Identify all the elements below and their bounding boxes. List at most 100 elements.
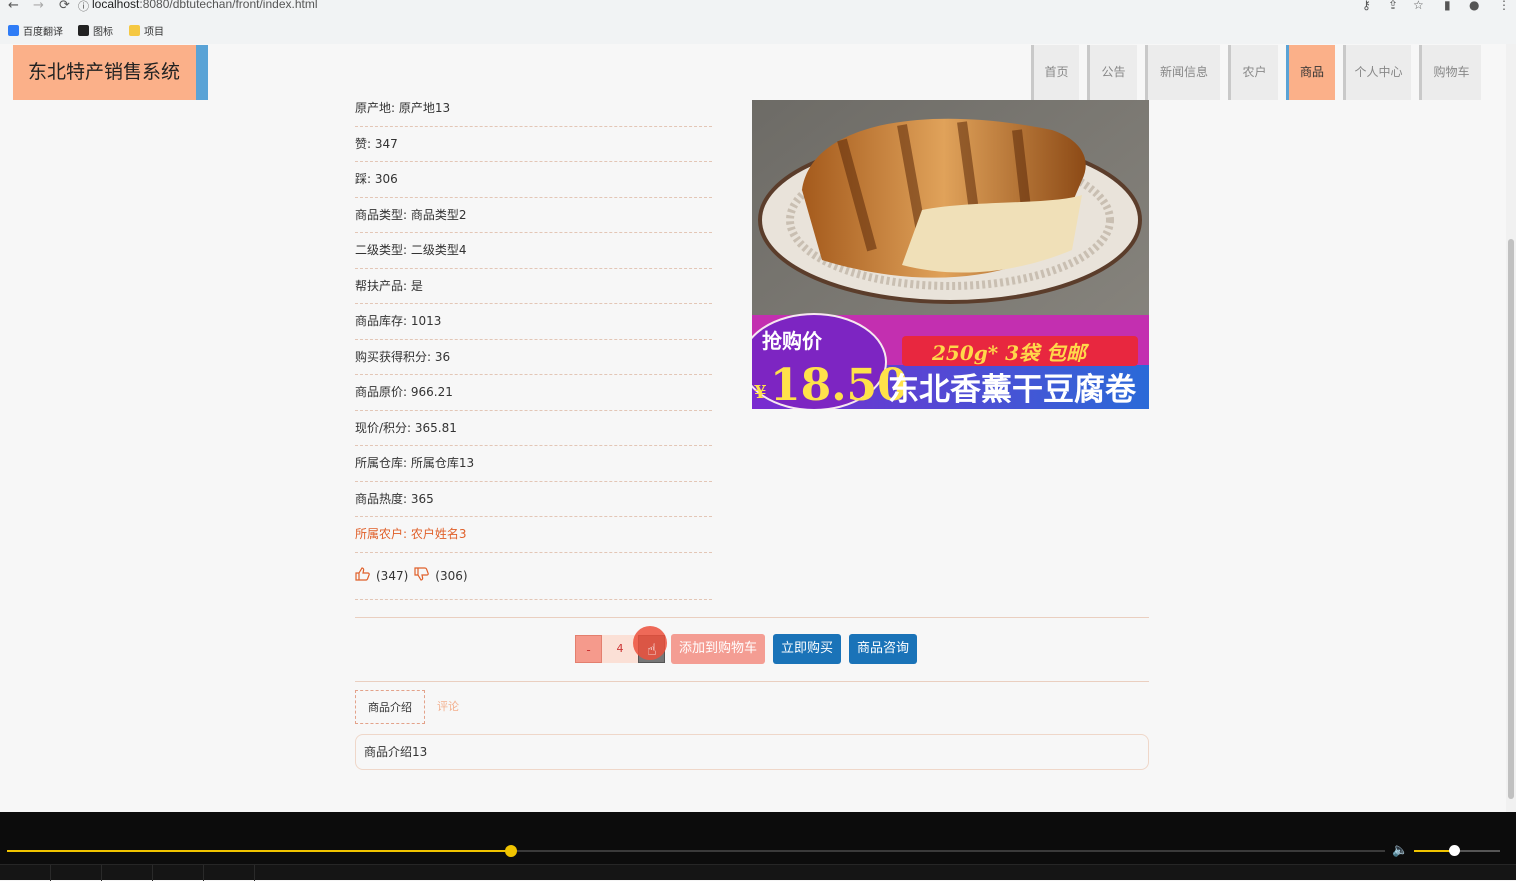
detail-label: 帮扶产品 [355, 278, 404, 293]
detail-label: 二级类型 [355, 243, 404, 257]
product-details: 原产地: 原产地13 赞: 347 踩: 306 商品类型: 商品类型2 二级类… [355, 91, 712, 600]
reload-icon[interactable]: ⟳ [59, 0, 70, 13]
farmer-link[interactable]: 所属农户: 农户姓名3 [355, 517, 712, 553]
site-brand[interactable]: 东北特产销售系统 [13, 45, 208, 100]
bookmarks-bar: 百度翻译 图标 项目 [0, 20, 1516, 40]
tab-intro[interactable]: 商品介绍 [355, 690, 425, 724]
detail-label: 商品原价 [355, 385, 404, 399]
detail-value: 306 [374, 172, 398, 186]
volume-icon[interactable]: 🔈 [1392, 843, 1408, 858]
browser-chrome: ← → ⟳ ⓘ localhost:8080/dbtutechan/front/… [0, 0, 1516, 44]
back-icon[interactable]: ← [8, 0, 19, 13]
progress-track[interactable] [7, 845, 1385, 857]
detail-row: 所属仓库: 所属仓库13 [355, 446, 712, 482]
forward-icon[interactable]: → [33, 0, 44, 13]
buy-now-button[interactable]: 立即购买 [773, 634, 842, 664]
nav-news[interactable]: 新闻信息 [1145, 45, 1220, 100]
tab-comments[interactable]: 评论 [425, 690, 471, 724]
share-icon[interactable]: ⇪ [1388, 0, 1398, 12]
divider [355, 617, 1149, 618]
detail-value: 原产地13 [398, 101, 451, 115]
bookmark-translate[interactable]: 百度翻译 [8, 23, 63, 38]
detail-value: 商品类型2 [410, 207, 467, 222]
nav-personal-center[interactable]: 个人中心 [1343, 45, 1411, 100]
thumbs-down-icon[interactable] [414, 566, 430, 585]
progress-fill [7, 850, 512, 852]
url-path: :8080/dbtutechan/front/index.html [139, 0, 318, 11]
detail-row: 二级类型: 二级类型4 [355, 233, 712, 269]
detail-row: 购买获得积分: 36 [355, 340, 712, 375]
url-text[interactable]: localhost:8080/dbtutechan/front/index.ht… [92, 0, 318, 11]
volume-handle[interactable] [1449, 845, 1461, 856]
detail-value: 是 [410, 278, 423, 293]
volume-track[interactable] [1414, 845, 1500, 856]
detail-row: 原产地: 原产地13 [355, 91, 712, 127]
price-currency: ¥ [754, 382, 767, 403]
folder-icon [129, 25, 140, 36]
detail-label: 原产地 [355, 101, 392, 115]
bookmark-label: 百度翻译 [23, 27, 63, 38]
progress-handle[interactable] [505, 845, 518, 857]
vote-row: (347) (306) [355, 553, 712, 600]
detail-value: 365 [410, 491, 434, 506]
sidebar-icon[interactable]: ▮ [1444, 0, 1451, 12]
quantity-minus-button[interactable]: - [575, 635, 602, 663]
control-divider [152, 865, 153, 881]
detail-label: 踩 [355, 172, 368, 186]
spec-text: 250g* 3袋 包邮 [931, 341, 1090, 365]
scrollbar-thumb[interactable] [1508, 239, 1514, 799]
divider [355, 681, 1149, 682]
detail-value: 1013 [410, 314, 442, 328]
thumbs-up-icon[interactable] [355, 566, 370, 585]
profile-icon[interactable]: ● [1469, 0, 1479, 12]
info-icon[interactable]: ⓘ [78, 0, 89, 14]
detail-value: 二级类型4 [410, 243, 467, 257]
detail-row: 商品类型: 商品类型2 [355, 198, 712, 233]
control-divider [254, 865, 255, 881]
buy-bar: - 4 ☝ 添加到购物车 立即购买 商品咨询 [575, 626, 918, 664]
detail-row: 帮扶产品: 是 [355, 269, 712, 304]
star-icon[interactable]: ☆ [1413, 0, 1424, 12]
detail-label: 商品类型 [355, 207, 404, 222]
consult-button[interactable]: 商品咨询 [849, 634, 918, 664]
quantity-plus-button[interactable]: ☝ [633, 626, 667, 663]
detail-row: 商品原价: 966.21 [355, 375, 712, 411]
bookmark-project[interactable]: 项目 [129, 23, 164, 38]
detail-row: 赞: 347 [355, 127, 712, 162]
page-scrollbar[interactable] [1506, 44, 1516, 812]
detail-value: 966.21 [410, 385, 453, 399]
menu-icon[interactable]: ⋮ [1498, 0, 1510, 12]
control-divider [203, 865, 204, 881]
nav-cart[interactable]: 购物车 [1419, 45, 1481, 100]
key-icon[interactable]: ⚷ [1362, 0, 1371, 12]
detail-row: 商品库存: 1013 [355, 304, 712, 340]
dislike-count: (306) [435, 568, 468, 583]
player-control-bar [0, 864, 1516, 881]
page: 东北特产销售系统 首页 公告 新闻信息 农户 商品 个人中心 购物车 原产地: … [0, 44, 1506, 812]
nav-notice[interactable]: 公告 [1087, 45, 1137, 100]
detail-value: 所属仓库13 [410, 456, 475, 470]
detail-label: 现价/积分 [355, 420, 408, 435]
detail-row: 踩: 306 [355, 162, 712, 198]
detail-value: 农户姓名3 [410, 527, 467, 541]
add-to-cart-button[interactable]: 添加到购物车 [671, 634, 766, 664]
intro-content: 商品介绍13 [355, 734, 1149, 770]
nav-goods[interactable]: 商品 [1286, 45, 1335, 100]
bookmark-label: 图标 [93, 27, 113, 38]
image-title-text: 东北香薰干豆腐卷 [888, 372, 1137, 408]
address-bar: ← → ⟳ ⓘ localhost:8080/dbtutechan/front/… [0, 0, 1516, 14]
control-divider [101, 865, 102, 881]
nav-farmer[interactable]: 农户 [1228, 45, 1278, 100]
hand-cursor-icon: ☝ [647, 640, 657, 659]
nav-home[interactable]: 首页 [1031, 45, 1079, 100]
detail-value: 365.81 [414, 420, 457, 435]
detail-value: 36 [434, 349, 451, 364]
detail-label: 商品热度 [355, 491, 404, 506]
translate-icon [8, 25, 19, 36]
product-image: 抢购价 ¥ 18.50 250g* 3袋 包邮 东北香薰干豆腐卷 [741, 100, 1149, 411]
price-badge-text: 抢购价 [762, 329, 823, 353]
bookmark-icons[interactable]: 图标 [78, 23, 113, 38]
control-divider [50, 865, 51, 881]
detail-row: 商品热度: 365 [355, 482, 712, 517]
detail-value: 347 [374, 136, 398, 151]
